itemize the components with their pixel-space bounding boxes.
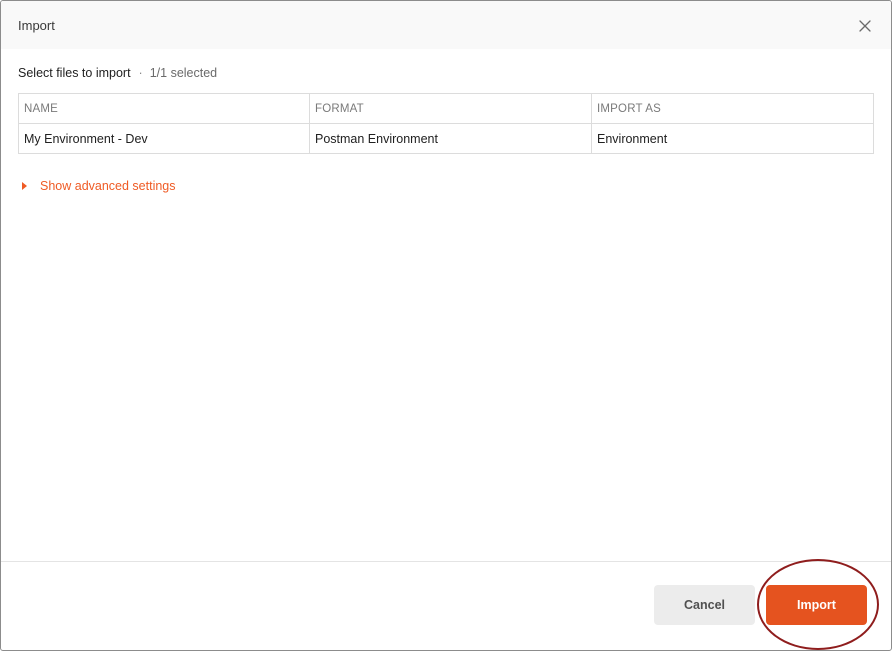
table-row[interactable]: My Environment - Dev Postman Environment… xyxy=(18,123,874,154)
caret-right-icon xyxy=(22,182,27,190)
import-as-cell[interactable]: Environment xyxy=(591,123,874,154)
table-header-row: NAME FORMAT IMPORT AS xyxy=(18,93,874,124)
files-table: NAME FORMAT IMPORT AS My Environment - D… xyxy=(18,93,874,154)
dialog-header: Import xyxy=(1,1,891,49)
selection-label: Select files to import xyxy=(18,66,131,80)
selection-count: 1/1 selected xyxy=(149,66,218,80)
show-advanced-settings-toggle[interactable]: Show advanced settings xyxy=(22,179,176,193)
column-header-import-as: IMPORT AS xyxy=(591,93,874,124)
file-name-cell: My Environment - Dev xyxy=(18,123,310,154)
dialog-title: Import xyxy=(18,18,55,33)
column-header-format: FORMAT xyxy=(309,93,592,124)
close-icon xyxy=(859,20,871,32)
footer-divider xyxy=(1,561,891,562)
advanced-settings-label: Show advanced settings xyxy=(40,179,176,193)
close-button[interactable] xyxy=(853,14,877,38)
selection-separator: · xyxy=(138,66,143,80)
cancel-button[interactable]: Cancel xyxy=(654,585,755,625)
selection-summary: Select files to import · 1/1 selected xyxy=(18,66,217,80)
import-button[interactable]: Import xyxy=(766,585,867,625)
file-format-cell: Postman Environment xyxy=(309,123,592,154)
column-header-name: NAME xyxy=(18,93,310,124)
import-dialog: Import Select files to import · 1/1 select… xyxy=(0,0,892,651)
